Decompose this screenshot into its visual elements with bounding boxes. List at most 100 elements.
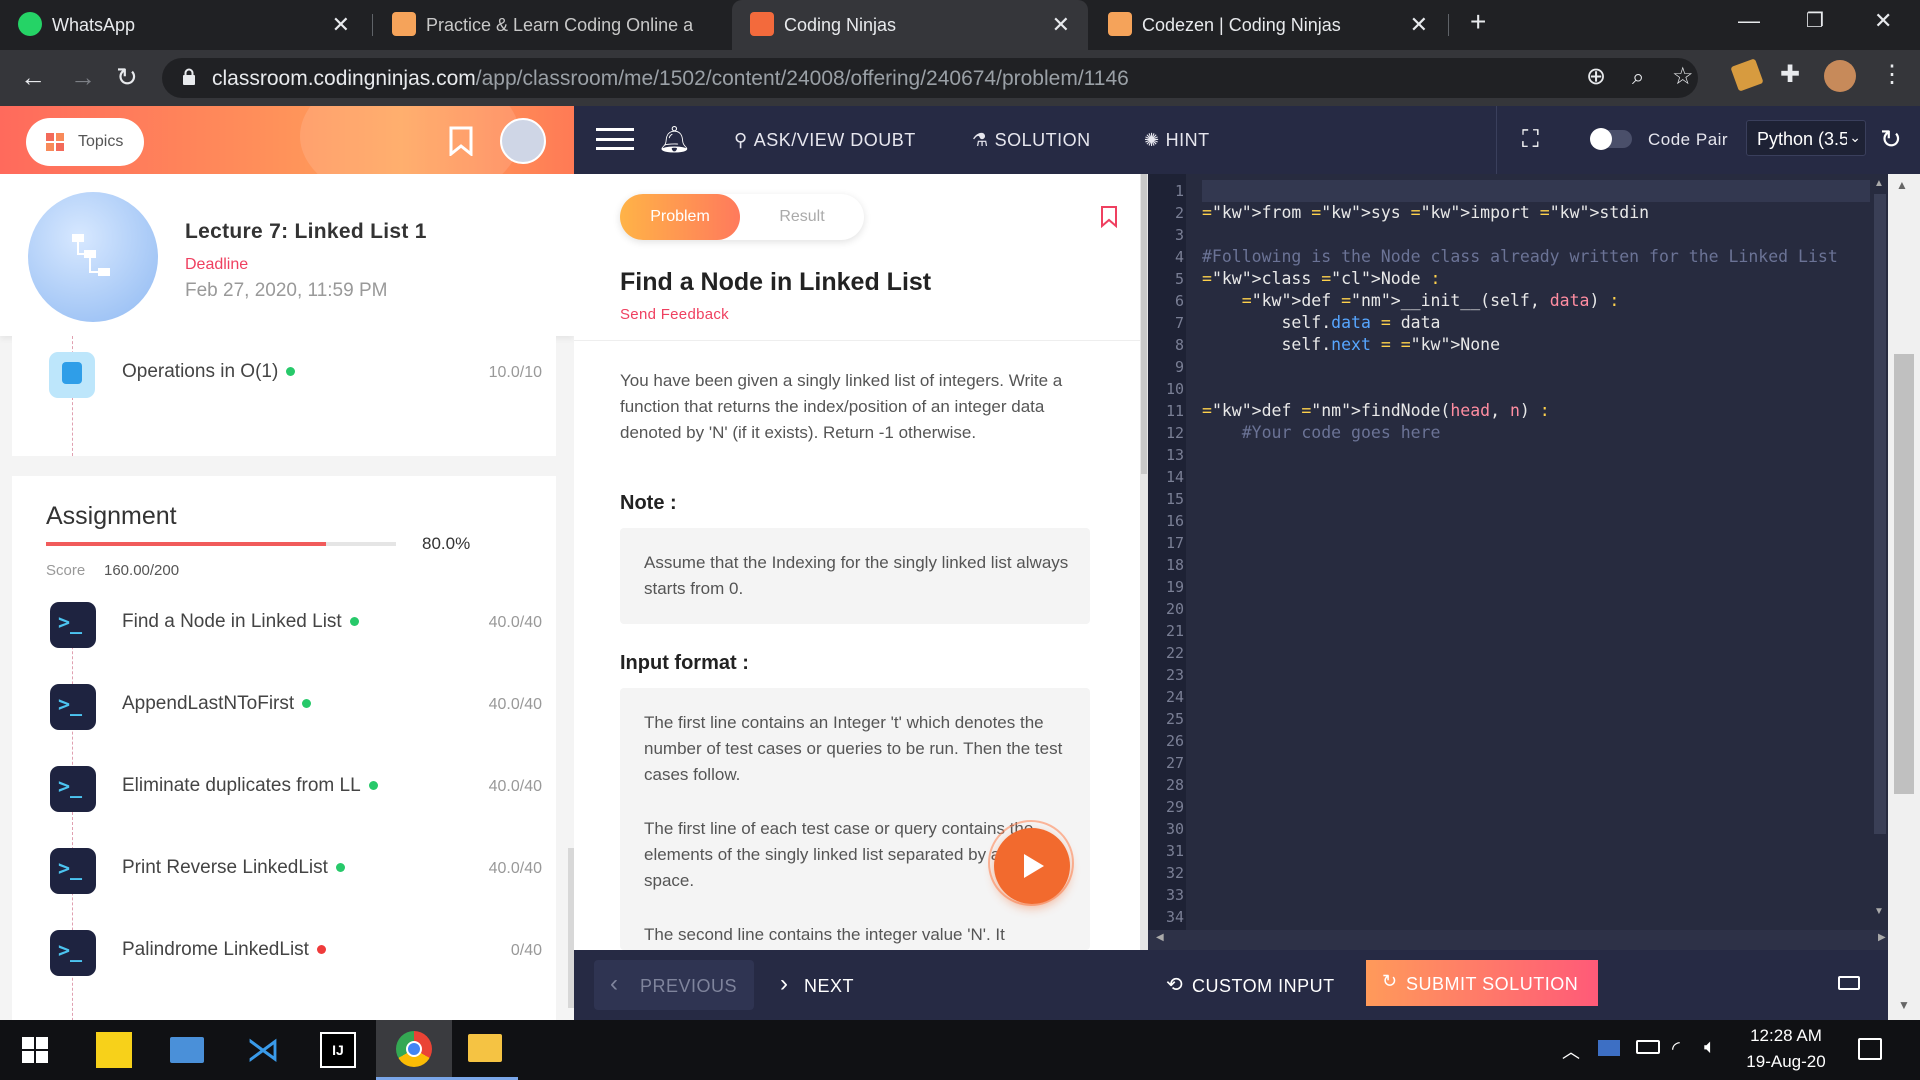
reload-icon[interactable]: ↻ bbox=[116, 62, 138, 93]
clock-date[interactable]: 19-Aug-20 bbox=[1744, 1052, 1828, 1072]
zoom-icon[interactable]: ⌕ bbox=[1632, 64, 1644, 90]
profile-avatar[interactable] bbox=[1824, 60, 1856, 92]
close-tab-icon[interactable]: ✕ bbox=[1052, 12, 1070, 38]
language-select[interactable]: Python (3.5 ⌄ bbox=[1746, 120, 1866, 156]
scroll-up-arrow-icon[interactable]: ▲ bbox=[1874, 178, 1884, 189]
line-number: 15 bbox=[1165, 490, 1184, 508]
hamburger-icon[interactable] bbox=[596, 128, 634, 150]
notification-center-icon[interactable] bbox=[1858, 1038, 1882, 1060]
wifi-icon[interactable]: ◜ bbox=[1672, 1036, 1680, 1061]
next-button[interactable]: › NEXT bbox=[770, 960, 870, 1010]
progress-text: 80.0% bbox=[422, 534, 471, 553]
windows-start-icon[interactable] bbox=[22, 1037, 48, 1063]
submit-solution-button[interactable]: ↻ SUBMIT SOLUTION bbox=[1366, 960, 1598, 1006]
extensions-puzzle-icon[interactable]: ✚ bbox=[1780, 60, 1800, 89]
tab-codezen[interactable]: Codezen | Coding Ninjas ✕ bbox=[1090, 0, 1446, 50]
sticky-notes-icon[interactable] bbox=[96, 1032, 132, 1068]
video-play-button[interactable] bbox=[994, 828, 1070, 904]
tab-practice[interactable]: Practice & Learn Coding Online a bbox=[374, 0, 728, 50]
refresh-icon: ⟲ bbox=[1166, 974, 1183, 996]
bookmark-icon[interactable] bbox=[448, 126, 474, 156]
volume-icon[interactable]: 🔈︎ bbox=[1704, 1036, 1716, 1059]
menu-dots-icon[interactable]: ⋮ bbox=[1880, 60, 1904, 89]
deadline-value: Feb 27, 2020, 11:59 PM bbox=[185, 280, 388, 301]
restore-icon[interactable]: ❐ bbox=[1806, 8, 1824, 33]
hint-button[interactable]: ✺ HINT bbox=[1144, 130, 1210, 151]
refresh-icon[interactable]: ↻ bbox=[1880, 124, 1902, 155]
topics-button[interactable]: Topics bbox=[26, 118, 144, 166]
assignment-item[interactable]: >_ Print Reverse LinkedList 40.0/40 bbox=[12, 842, 542, 902]
new-tab-button[interactable]: + bbox=[1470, 6, 1486, 38]
code-line[interactable]: #Following is the Node class already wri… bbox=[1202, 247, 1838, 266]
scroll-down-arrow-icon[interactable]: ▼ bbox=[1874, 906, 1884, 917]
tray-chevron-up-icon[interactable]: ︿ bbox=[1562, 1038, 1580, 1064]
code-line[interactable]: #Your code goes here bbox=[1202, 423, 1441, 442]
battery-icon[interactable] bbox=[1636, 1040, 1660, 1054]
status-dot bbox=[286, 367, 296, 377]
add-circle-icon[interactable]: ⊕ bbox=[1586, 62, 1606, 91]
custom-input-button[interactable]: ⟲ CUSTOM INPUT bbox=[1164, 960, 1344, 1010]
file-explorer-taskbar[interactable] bbox=[452, 1020, 518, 1080]
assignment-item[interactable]: >_ Find a Node in Linked List 40.0/40 bbox=[12, 596, 542, 656]
tray-app-icon[interactable] bbox=[1598, 1040, 1620, 1056]
assignment-item[interactable]: >_ AppendLastNToFirst 40.0/40 bbox=[12, 678, 542, 738]
code-pair-toggle[interactable] bbox=[1590, 128, 1632, 150]
page-scrollbar-thumb[interactable] bbox=[1894, 354, 1914, 794]
forward-icon[interactable]: → bbox=[70, 62, 96, 93]
bell-icon[interactable]: 🔔︎ bbox=[658, 124, 691, 155]
vscode-icon[interactable]: ⋊ bbox=[246, 1032, 282, 1068]
item-score: 40.0/40 bbox=[488, 778, 542, 795]
extension-pencil-icon[interactable] bbox=[1730, 58, 1764, 92]
windows-taskbar: ⋊ IJ ︿ ◜ 🔈︎ 12:28 AM 19-Aug-20 bbox=[0, 1020, 1920, 1080]
assignment-item[interactable]: >_ Palindrome LinkedList 0/40 bbox=[12, 924, 542, 984]
problem-scrollbar-thumb[interactable] bbox=[1141, 174, 1147, 474]
previous-button[interactable]: ‹ PREVIOUS bbox=[594, 960, 754, 1010]
close-tab-icon[interactable]: ✕ bbox=[1410, 12, 1428, 38]
editor-scrollbar-thumb[interactable] bbox=[1874, 194, 1886, 834]
code-line[interactable]: ="kw">from ="kw">sys ="kw">import ="kw">… bbox=[1202, 203, 1649, 222]
code-line[interactable]: ="kw">class ="cl">Node : bbox=[1202, 269, 1440, 288]
terminal-icon: >_ bbox=[50, 848, 96, 894]
tab-problem[interactable]: Problem bbox=[620, 194, 740, 240]
scroll-left-arrow-icon[interactable]: ◀ bbox=[1156, 932, 1164, 943]
tab-coding-ninjas[interactable]: Coding Ninjas ✕ bbox=[732, 0, 1088, 50]
bulb-icon: ✺ bbox=[1144, 130, 1160, 150]
tab-whatsapp[interactable]: WhatsApp ✕ bbox=[0, 0, 368, 50]
assignment-item[interactable]: >_ Eliminate duplicates from LL 40.0/40 bbox=[12, 760, 542, 820]
solution-button[interactable]: ⚗ SOLUTION bbox=[972, 130, 1091, 151]
code-line[interactable]: self.next = ="kw">None bbox=[1202, 335, 1500, 354]
bookmark-star-icon[interactable]: ☆ bbox=[1672, 62, 1694, 91]
close-tab-icon[interactable]: ✕ bbox=[332, 12, 350, 38]
editor-hscroll-track[interactable]: ◀ ▶ bbox=[1148, 930, 1920, 950]
chrome-taskbar-active[interactable] bbox=[376, 1020, 452, 1080]
fullscreen-icon[interactable]: ⛶ bbox=[1522, 126, 1539, 154]
keyboard-icon[interactable] bbox=[1838, 976, 1860, 990]
tab-result[interactable]: Result bbox=[740, 194, 864, 240]
input-format-heading: Input format : bbox=[620, 652, 749, 674]
active-line-highlight bbox=[1202, 180, 1892, 202]
scroll-right-arrow-icon[interactable]: ▶ bbox=[1878, 932, 1886, 943]
code-line[interactable]: ="kw">def ="nm">findNode(head, n) : bbox=[1202, 401, 1550, 420]
code-line[interactable]: ="kw">def ="nm">__init__(self, data) : bbox=[1202, 291, 1620, 310]
intellij-icon[interactable]: IJ bbox=[320, 1032, 356, 1068]
terminal-icon: >_ bbox=[50, 684, 96, 730]
problem-scrollbar-track[interactable] bbox=[1140, 174, 1148, 950]
line-number: 13 bbox=[1165, 446, 1184, 464]
back-icon[interactable]: ← bbox=[20, 62, 46, 93]
clock-time[interactable]: 12:28 AM bbox=[1744, 1026, 1828, 1046]
list-item[interactable]: Operations in O(1) 10.0/10 bbox=[12, 346, 542, 406]
close-window-icon[interactable]: ✕ bbox=[1874, 8, 1892, 34]
url-field[interactable]: classroom.codingninjas.com/app/classroom… bbox=[162, 58, 1698, 98]
page-scrollbar-bottom[interactable]: ▼ bbox=[1888, 950, 1920, 1020]
page-scrollbar[interactable]: ▲ bbox=[1888, 174, 1920, 950]
bookmark-icon[interactable] bbox=[1100, 206, 1118, 228]
user-avatar[interactable] bbox=[500, 118, 546, 164]
editor-vscroll-track[interactable]: ▲ ▼ bbox=[1870, 174, 1888, 934]
code-line[interactable]: self.data = data bbox=[1202, 313, 1440, 332]
this-pc-icon[interactable] bbox=[170, 1037, 204, 1063]
code-editor[interactable]: 1 2 3 4 5 6 7 8 9 10 11 12 13 14 15 16 17 18 19 20 21 22 23 24 2… bbox=[1148, 174, 1920, 950]
ask-doubt-button[interactable]: ⚲ ASK/VIEW DOUBT bbox=[734, 130, 916, 151]
minimize-icon[interactable]: — bbox=[1738, 8, 1760, 34]
send-feedback-link[interactable]: Send Feedback bbox=[620, 306, 729, 323]
line-number: 22 bbox=[1165, 644, 1184, 662]
